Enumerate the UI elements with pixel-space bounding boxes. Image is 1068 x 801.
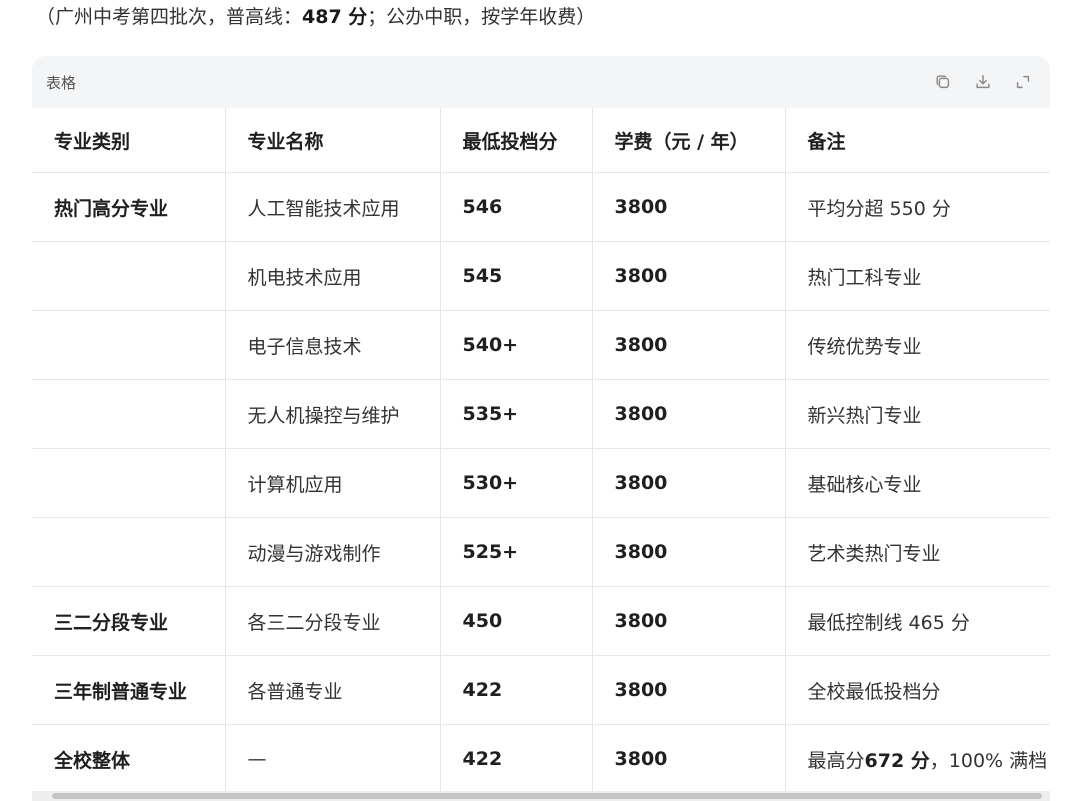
horizontal-scrollbar[interactable] [32, 791, 1050, 801]
download-icon[interactable] [972, 71, 994, 93]
header-note: 备注 [785, 108, 1050, 173]
cell-min-score: 545 [440, 241, 593, 311]
cell-category: 三二分段专业 [32, 586, 226, 656]
cell-note: 最高分672 分，100% 满档 [785, 724, 1050, 791]
header-major-name: 专业名称 [225, 108, 441, 173]
cell-major-name: 电子信息技术 [225, 310, 441, 380]
table-row: 全校整体 — 422 3800 最高分672 分，100% 满档 [32, 724, 1050, 791]
note-suffix: ，100% 满档 [929, 749, 1048, 772]
table-row: 动漫与游戏制作 525+ 3800 艺术类热门专业 [32, 517, 1050, 587]
intro-prefix: （广州中考第四批次，普高线： [36, 6, 303, 28]
cell-category [32, 517, 226, 587]
cell-note: 平均分超 550 分 [785, 172, 1050, 242]
cell-min-score: 540+ [440, 310, 593, 380]
cell-major-name: 各普通专业 [225, 655, 441, 725]
cell-tuition: 3800 [592, 241, 786, 311]
table-card-title: 表格 [46, 73, 77, 92]
cell-tuition: 3800 [592, 310, 786, 380]
note-prefix: 最高分 [807, 749, 865, 772]
cell-category [32, 241, 226, 311]
cell-note: 艺术类热门专业 [785, 517, 1050, 587]
cell-note: 最低控制线 465 分 [785, 586, 1050, 656]
cell-note: 传统优势专业 [785, 310, 1050, 380]
cell-tuition: 3800 [592, 517, 786, 587]
cell-category [32, 379, 226, 449]
cell-tuition: 3800 [592, 655, 786, 725]
cell-tuition: 3800 [592, 724, 786, 791]
table-row: 无人机操控与维护 535+ 3800 新兴热门专业 [32, 379, 1050, 449]
cell-category: 三年制普通专业 [32, 655, 226, 725]
cell-min-score: 546 [440, 172, 593, 242]
table-row: 三年制普通专业 各普通专业 422 3800 全校最低投档分 [32, 655, 1050, 725]
cell-category [32, 448, 226, 518]
copy-icon[interactable] [932, 71, 954, 93]
header-min-score: 最低投档分 [440, 108, 593, 173]
cell-major-name: 无人机操控与维护 [225, 379, 441, 449]
cell-tuition: 3800 [592, 379, 786, 449]
cell-tuition: 3800 [592, 448, 786, 518]
cell-category [32, 310, 226, 380]
scrollbar-thumb[interactable] [52, 793, 1042, 799]
cell-min-score: 450 [440, 586, 593, 656]
admission-table: 专业类别 专业名称 最低投档分 学费（元 / 年） 备注 热门高分专业 人工智能… [32, 108, 1050, 791]
table-toolbar [932, 71, 1034, 93]
cell-tuition: 3800 [592, 172, 786, 242]
cell-major-name: 机电技术应用 [225, 241, 441, 311]
intro-score: 487 分 [302, 6, 368, 28]
cell-major-name: — [225, 724, 441, 791]
cell-major-name: 各三二分段专业 [225, 586, 441, 656]
intro-suffix: ；公办中职，按学年收费） [367, 6, 596, 28]
table-header-row: 专业类别 专业名称 最低投档分 学费（元 / 年） 备注 [32, 108, 1050, 173]
table-row: 机电技术应用 545 3800 热门工科专业 [32, 241, 1050, 311]
table-card: 表格 专业类别 专业名称 最低投档分 学费（元 / 年） 备注 热门高分专业 人… [32, 56, 1050, 801]
note-highest-score: 672 分 [864, 749, 930, 772]
cell-note: 新兴热门专业 [785, 379, 1050, 449]
expand-icon[interactable] [1012, 71, 1034, 93]
cell-category: 热门高分专业 [32, 172, 226, 242]
cell-note: 热门工科专业 [785, 241, 1050, 311]
cell-note: 基础核心专业 [785, 448, 1050, 518]
header-tuition: 学费（元 / 年） [592, 108, 786, 173]
cell-major-name: 人工智能技术应用 [225, 172, 441, 242]
table-row: 计算机应用 530+ 3800 基础核心专业 [32, 448, 1050, 518]
table-row: 电子信息技术 540+ 3800 传统优势专业 [32, 310, 1050, 380]
intro-text: （广州中考第四批次，普高线：487 分；公办中职，按学年收费） [36, 4, 595, 30]
table-scroll-area[interactable]: 专业类别 专业名称 最低投档分 学费（元 / 年） 备注 热门高分专业 人工智能… [32, 108, 1050, 791]
cell-min-score: 530+ [440, 448, 593, 518]
cell-category: 全校整体 [32, 724, 226, 791]
cell-major-name: 动漫与游戏制作 [225, 517, 441, 587]
table-row: 三二分段专业 各三二分段专业 450 3800 最低控制线 465 分 [32, 586, 1050, 656]
header-category: 专业类别 [32, 108, 226, 173]
cell-min-score: 422 [440, 655, 593, 725]
table-row: 热门高分专业 人工智能技术应用 546 3800 平均分超 550 分 [32, 172, 1050, 242]
cell-tuition: 3800 [592, 586, 786, 656]
table-card-header: 表格 [32, 56, 1050, 108]
cell-major-name: 计算机应用 [225, 448, 441, 518]
cell-min-score: 525+ [440, 517, 593, 587]
cell-min-score: 535+ [440, 379, 593, 449]
cell-min-score: 422 [440, 724, 593, 791]
cell-note: 全校最低投档分 [785, 655, 1050, 725]
